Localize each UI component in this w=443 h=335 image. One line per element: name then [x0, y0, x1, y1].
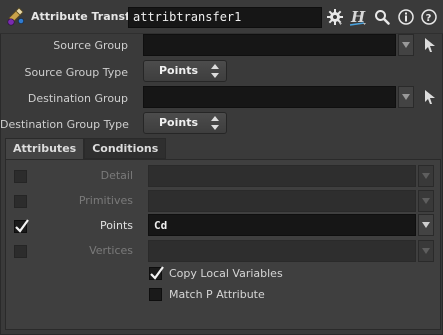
match-p-attribute-checkbox[interactable] [149, 288, 162, 301]
help-h-icon[interactable]: H [348, 7, 368, 27]
points-attribute-value: Cd [154, 219, 168, 232]
tab-conditions[interactable]: Conditions [84, 138, 167, 159]
destination-group-type-label: Destination Group Type [0, 118, 129, 131]
tab-attributes[interactable]: Attributes [5, 138, 85, 159]
node-name-field[interactable]: attribtransfer1 [128, 7, 322, 28]
up-down-icon [211, 64, 219, 78]
copy-local-variables-checkbox[interactable] [149, 266, 164, 280]
source-group-type-label: Source Group Type [24, 66, 128, 79]
primitives-checkbox[interactable] [14, 195, 27, 208]
destination-group-label: Destination Group [27, 92, 128, 105]
gear-icon[interactable] [325, 7, 345, 27]
destination-group-field[interactable] [143, 86, 396, 108]
destination-group-select-arrow-icon[interactable] [423, 88, 437, 106]
help-icon[interactable]: ? [419, 7, 439, 27]
vertices-attribute-field[interactable] [148, 240, 416, 262]
source-group-select-arrow-icon[interactable] [423, 36, 437, 54]
chevron-down-icon [422, 173, 430, 179]
detail-attribute-dropdown[interactable] [418, 165, 434, 187]
vertices-attribute-dropdown[interactable] [418, 240, 434, 262]
node-type-icon [6, 7, 26, 27]
checkmark-icon [15, 219, 29, 233]
points-attribute-field[interactable]: Cd [148, 214, 416, 236]
copy-local-variables-label: Copy Local Variables [169, 267, 283, 280]
detail-label: Detail [100, 169, 133, 182]
primitives-label: Primitives [78, 194, 133, 207]
source-group-type-value: Points [159, 64, 199, 77]
chevron-down-icon [422, 198, 430, 204]
svg-text:?: ? [426, 13, 432, 24]
detail-checkbox[interactable] [14, 170, 27, 183]
primitives-attribute-dropdown[interactable] [418, 190, 434, 212]
detail-attribute-field[interactable] [148, 165, 416, 187]
checkmark-icon [150, 266, 164, 280]
node-header: Attribute Transfer attribtransfer1 H ? [0, 0, 443, 33]
search-icon[interactable] [372, 7, 392, 27]
info-icon[interactable] [396, 7, 416, 27]
source-group-type-menu[interactable]: Points [143, 60, 227, 82]
chevron-down-icon [402, 94, 410, 100]
chevron-down-icon [422, 248, 430, 254]
destination-group-type-value: Points [159, 116, 199, 129]
primitives-attribute-field[interactable] [148, 190, 416, 212]
source-group-dropdown[interactable] [398, 34, 414, 56]
node-type-label: Attribute Transfer [31, 10, 143, 23]
vertices-label: Vertices [89, 244, 133, 257]
source-group-field[interactable] [143, 34, 396, 56]
vertices-checkbox[interactable] [14, 245, 27, 258]
chevron-down-icon [402, 42, 410, 48]
source-group-label: Source Group [53, 39, 128, 52]
points-attribute-dropdown[interactable] [418, 214, 434, 236]
points-checkbox[interactable] [14, 219, 29, 233]
up-down-icon [211, 116, 219, 130]
match-p-attribute-label: Match P Attribute [169, 288, 265, 301]
destination-group-type-menu[interactable]: Points [143, 112, 227, 134]
destination-group-dropdown[interactable] [398, 86, 414, 108]
tab-bar: Attributes Conditions [5, 138, 167, 159]
chevron-down-icon [422, 222, 430, 228]
points-label: Points [99, 219, 133, 232]
